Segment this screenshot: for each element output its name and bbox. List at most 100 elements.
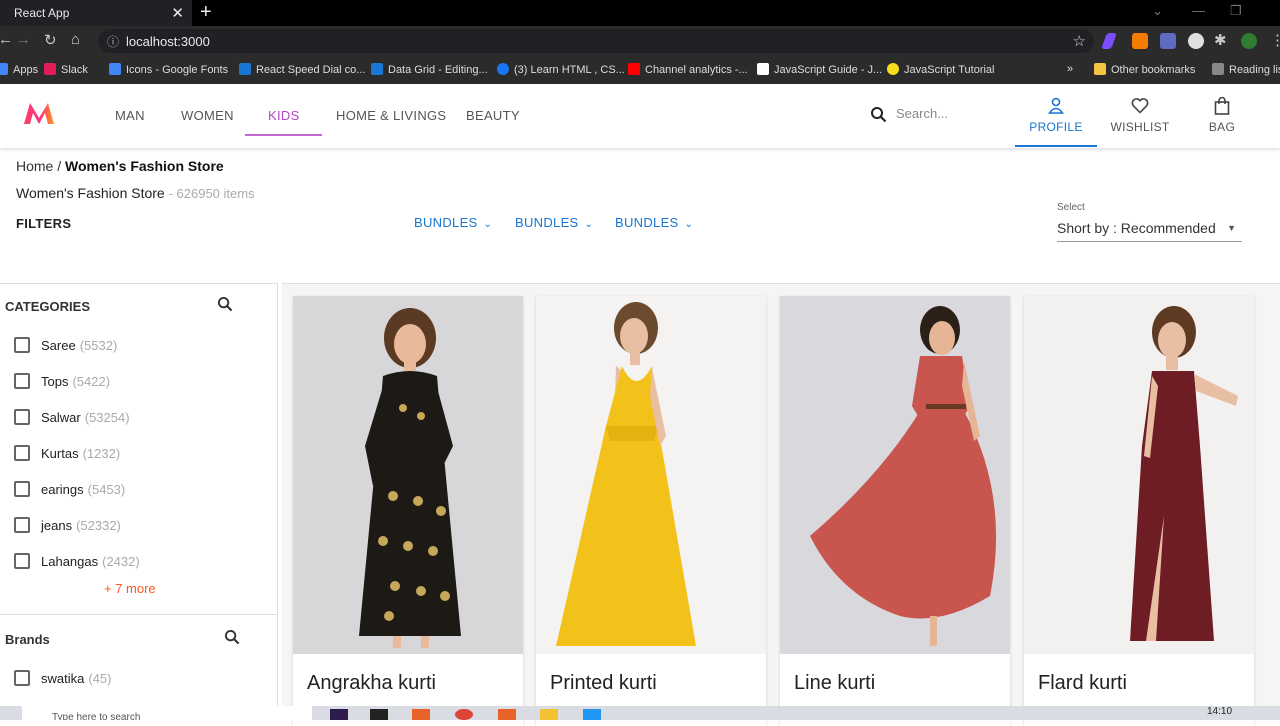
extension-icon[interactable] [1160,33,1176,49]
chevron-down-icon[interactable]: ⌄ [1152,3,1163,19]
browser-tab[interactable]: React App ✕ [0,0,192,26]
bookmark-item[interactable]: Data Grid - Editing... [371,63,488,76]
back-icon[interactable]: ← [0,31,13,48]
category-checkbox[interactable]: earings (5453) [14,479,125,499]
google-fonts-icon [109,63,121,75]
bookmark-item[interactable]: React Speed Dial co... [239,63,365,76]
checkbox[interactable] [14,481,30,497]
browser-toolbar: ← → ↻ ⌂ ⓘ localhost:3000 ☆ ✱ ⋮ [0,26,1280,56]
divider [0,614,277,615]
breadcrumb-current: Women's Fashion Store [65,158,224,174]
nav-beauty[interactable]: BEAUTY [466,108,520,123]
app-header: MAN WOMEN KIDS HOME & LIVINGS BEAUTY PRO… [0,85,1280,148]
logo[interactable] [22,100,56,126]
breadcrumb: Home / Women's Fashion Store [16,158,224,174]
product-card[interactable]: Flard kurti [1024,296,1254,726]
search-input[interactable] [896,106,1006,121]
puzzle-icon[interactable]: ✱ [1214,31,1227,49]
youtube-icon [628,63,640,75]
bundles-dropdown[interactable]: BUNDLES ⌄ [615,215,693,230]
breadcrumb-home[interactable]: Home [16,158,53,174]
extension-circle-icon[interactable] [1188,33,1204,49]
product-card[interactable]: Angrakha kurti [293,296,523,726]
checkbox[interactable] [14,670,30,686]
product-title[interactable]: Printed kurti [550,672,657,695]
app-icon[interactable] [498,709,516,720]
more-bookmarks-icon[interactable]: » [1067,63,1073,75]
app-icon[interactable] [412,709,430,720]
checkbox[interactable] [14,517,30,533]
bookmark-item[interactable]: JavaScript Guide - J... [757,63,882,76]
nav-kids[interactable]: KIDS [268,108,300,123]
checkbox[interactable] [14,553,30,569]
avatar[interactable] [1241,33,1257,49]
folder-icon[interactable] [540,709,558,720]
nav-man[interactable]: MAN [115,108,145,123]
vscode-icon[interactable] [583,709,601,720]
bookmark-item[interactable]: (3) Learn HTML , CS... [497,63,625,76]
bookmark-star-icon[interactable]: ☆ [1073,32,1086,50]
address-bar[interactable]: ⓘ localhost:3000 ☆ [98,29,1094,53]
taskbar-search[interactable]: Type here to search [22,706,312,720]
category-checkbox[interactable]: Salwar (53254) [14,407,130,427]
premiere-icon[interactable] [330,709,348,720]
bookmark-item[interactable]: Slack [44,63,88,76]
bundles-dropdown[interactable]: BUNDLES ⌄ [515,215,593,230]
new-tab-icon[interactable]: + [200,1,212,24]
product-image[interactable] [1024,296,1254,654]
info-icon[interactable]: ⓘ [107,33,119,50]
home-icon[interactable]: ⌂ [71,31,80,48]
forward-icon[interactable]: → [16,31,31,48]
checkbox[interactable] [14,445,30,461]
search-icon[interactable] [870,106,887,128]
chevron-down-icon: ⌄ [483,219,493,230]
product-image[interactable] [536,296,766,654]
category-checkbox[interactable]: jeans (52332) [14,515,121,535]
product-title[interactable]: Flard kurti [1038,672,1127,695]
brand-checkbox[interactable]: swatika (45) [14,668,111,688]
minimize-icon[interactable]: — [1192,3,1205,18]
bookmark-item[interactable]: JavaScript Tutorial [887,63,994,76]
active-nav-indicator [245,134,322,136]
brands-search-icon[interactable] [224,629,240,650]
bookmark-item[interactable]: Icons - Google Fonts [109,63,228,76]
extension-pen-icon[interactable] [1101,33,1117,49]
category-checkbox[interactable]: Kurtas (1232) [14,443,120,463]
product-card[interactable]: Printed kurti [536,296,766,726]
category-checkbox[interactable]: Tops (5422) [14,371,110,391]
show-more-categories[interactable]: + 7 more [104,581,156,596]
product-image[interactable] [780,296,1010,654]
menu-dots-icon[interactable]: ⋮ [1270,31,1280,49]
bookmark-item[interactable]: Channel analytics -... [628,63,748,76]
bookmark-item[interactable]: Apps [0,63,38,76]
maximize-icon[interactable]: ❐ [1230,3,1242,19]
sort-select[interactable]: Short by : Recommended ▼ [1057,220,1242,242]
extension-offer-icon[interactable] [1132,33,1148,49]
product-card[interactable]: Line kurti [780,296,1010,726]
reload-icon[interactable]: ↻ [44,31,57,49]
nav-women[interactable]: WOMEN [181,108,234,123]
profile-button[interactable]: PROFILE [1018,97,1094,134]
bookmark-folder[interactable]: Other bookmarks [1094,63,1195,76]
sort-caption: Select [1057,202,1085,213]
reading-list[interactable]: Reading list [1212,63,1280,76]
folder-icon [1094,63,1106,75]
checkbox[interactable] [14,373,30,389]
product-title[interactable]: Angrakha kurti [307,672,436,695]
chrome-icon[interactable] [455,709,473,720]
chevron-down-icon: ⌄ [684,219,694,230]
checkbox[interactable] [14,409,30,425]
app-icon[interactable] [370,709,388,720]
categories-heading: CATEGORIES [5,299,90,314]
category-checkbox[interactable]: Lahangas (2432) [14,551,140,571]
nav-home-livings[interactable]: HOME & LIVINGS [336,108,446,123]
category-checkbox[interactable]: Saree (5532) [14,335,117,355]
checkbox[interactable] [14,337,30,353]
categories-search-icon[interactable] [217,296,233,317]
bundles-dropdown[interactable]: BUNDLES ⌄ [414,215,492,230]
wishlist-button[interactable]: WISHLIST [1102,97,1178,134]
product-image[interactable] [293,296,523,654]
close-tab-icon[interactable]: ✕ [171,4,184,22]
product-title[interactable]: Line kurti [794,672,875,695]
bag-button[interactable]: BAG [1184,96,1260,134]
